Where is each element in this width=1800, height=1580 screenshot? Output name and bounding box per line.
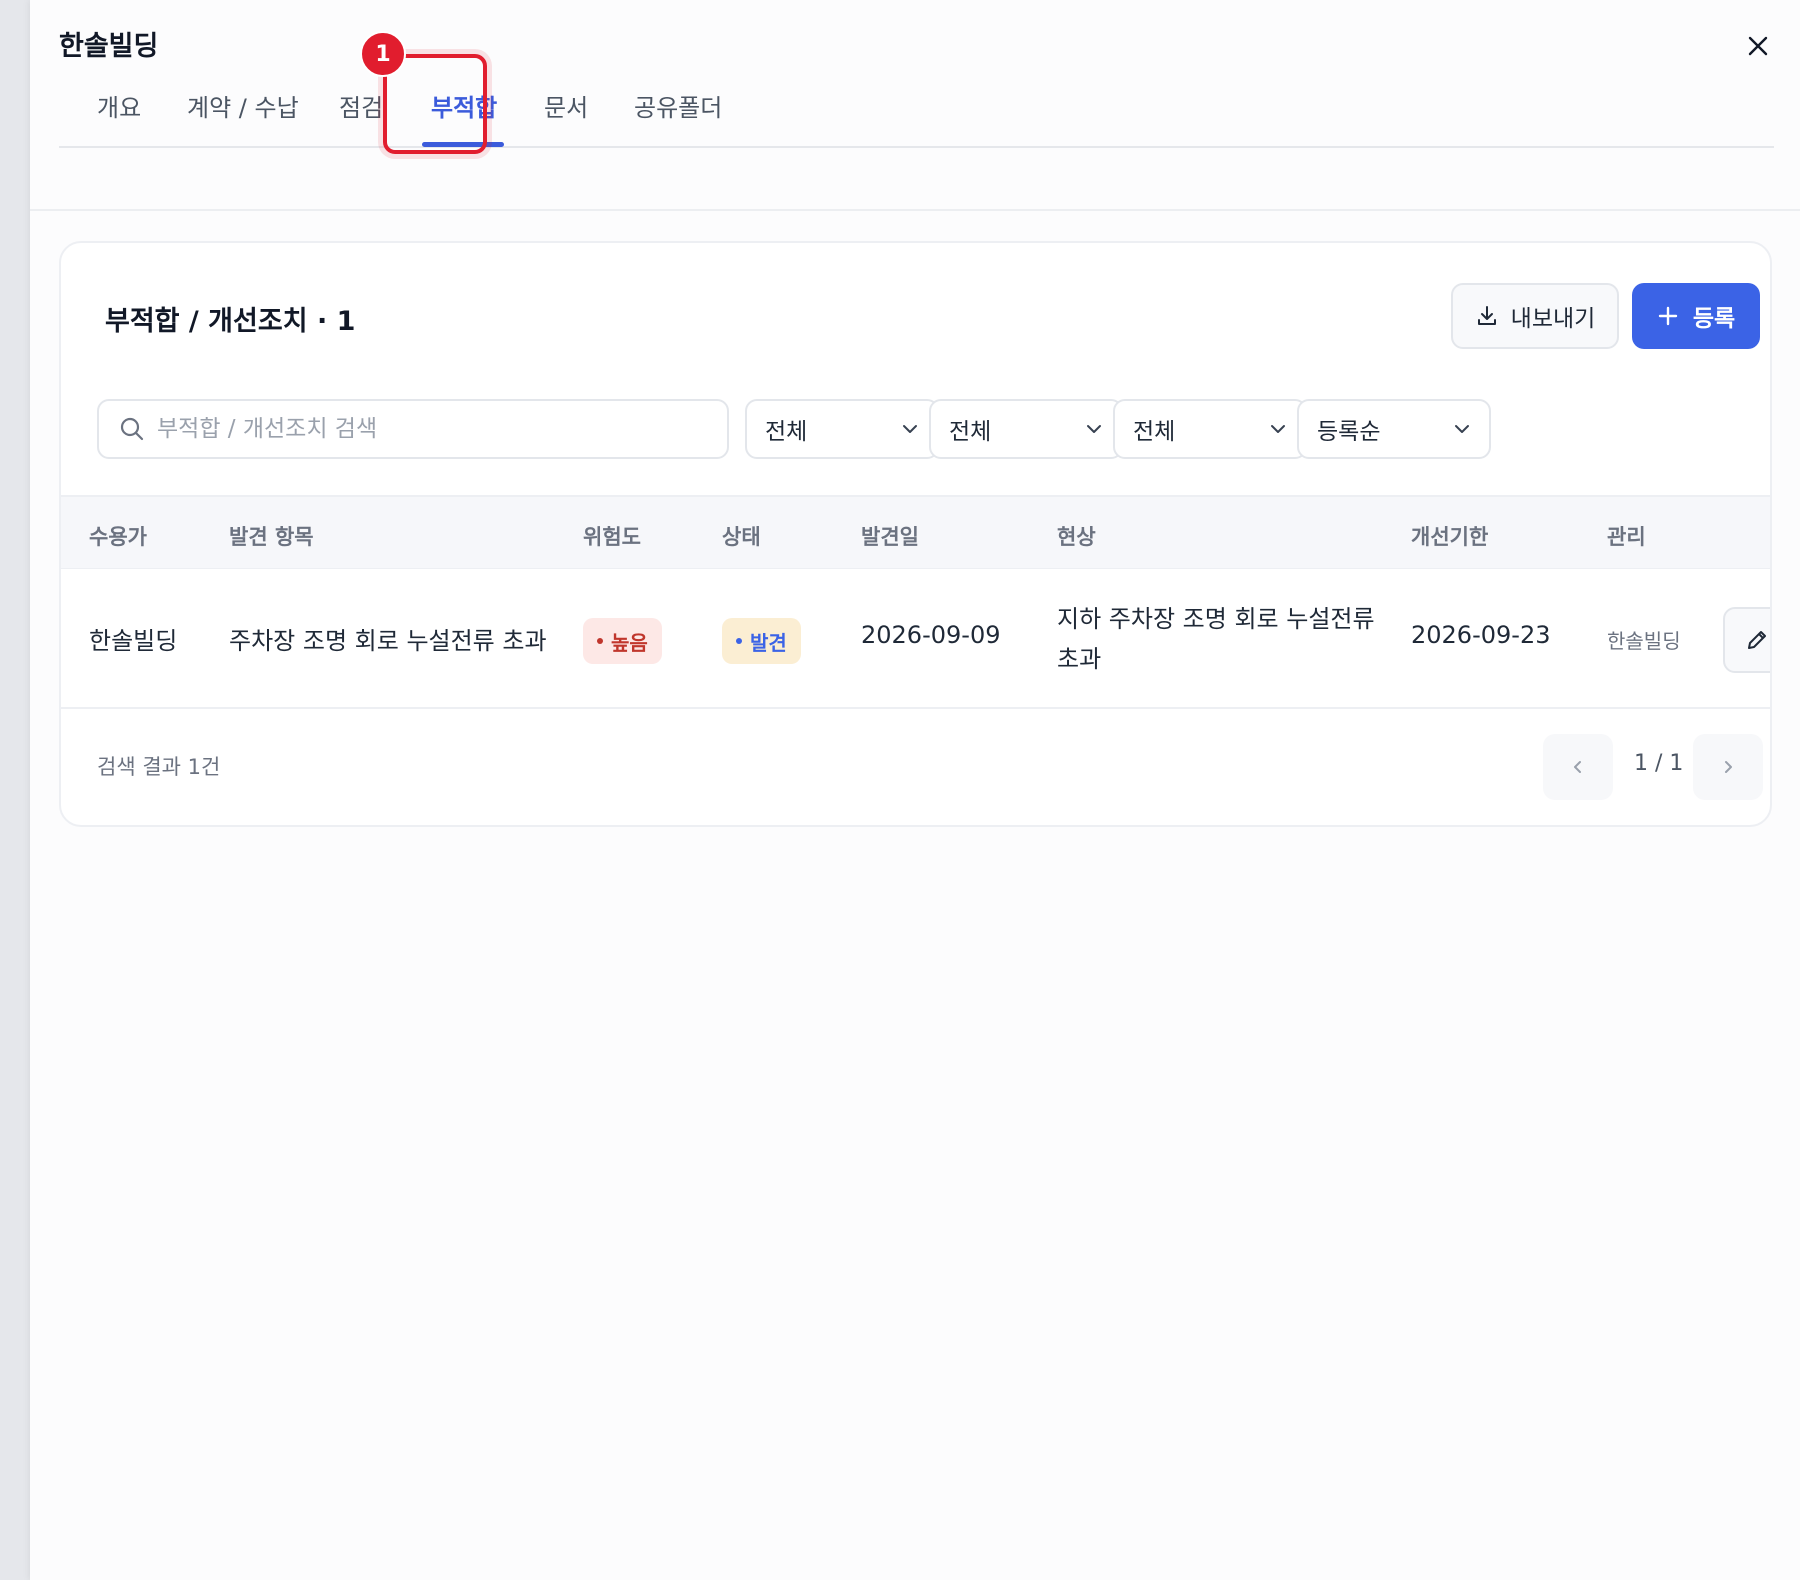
tab-overview[interactable]: 개요 bbox=[97, 88, 141, 123]
cell-customer: 한솔빌딩 bbox=[89, 627, 178, 655]
pencil-icon bbox=[1748, 631, 1766, 649]
register-button[interactable]: 등록 bbox=[1632, 283, 1760, 349]
chevron-down-icon bbox=[1087, 425, 1101, 433]
export-label: 내보내기 bbox=[1510, 306, 1596, 332]
cell-found-date: 2026-09-09 bbox=[861, 621, 1001, 649]
column-header-found-date: 발견일 bbox=[861, 525, 919, 549]
panel-header: 한솔빌딩 개요 계약 / 수납 점검 부적합 문서 공유폴더 1 bbox=[30, 0, 1800, 211]
filter-select-3-value: 전체 bbox=[1133, 419, 1176, 445]
chevron-down-icon bbox=[1271, 425, 1285, 433]
result-count: 검색 결과 1건 bbox=[97, 755, 221, 779]
column-header-status: 상태 bbox=[722, 525, 761, 549]
cell-deadline: 2026-09-23 bbox=[1411, 621, 1551, 649]
export-button[interactable]: 내보내기 bbox=[1451, 283, 1619, 349]
chevron-down-icon bbox=[1455, 425, 1469, 433]
search-input[interactable] bbox=[157, 416, 717, 442]
tab-contract[interactable]: 계약 / 수납 bbox=[187, 88, 299, 123]
next-page-button[interactable] bbox=[1693, 734, 1763, 800]
page-indicator: 1 / 1 bbox=[1634, 751, 1684, 776]
page-title: 한솔빌딩 bbox=[59, 31, 159, 62]
column-header-item: 발견 항목 bbox=[229, 525, 314, 549]
tab-inspection[interactable]: 점검 bbox=[339, 88, 383, 123]
search-icon bbox=[120, 417, 144, 441]
detail-panel: 한솔빌딩 개요 계약 / 수납 점검 부적합 문서 공유폴더 1 부적합 / 개… bbox=[30, 0, 1800, 1580]
table-header: 수용가 발견 항목 위험도 상태 발견일 현상 개선기한 관리 bbox=[61, 495, 1770, 569]
filter-select-2-value: 전체 bbox=[949, 419, 992, 445]
chevron-right-icon bbox=[1725, 761, 1732, 773]
sort-select-value: 등록순 bbox=[1317, 419, 1381, 445]
status-label: 발견 bbox=[750, 630, 787, 655]
close-icon bbox=[1748, 36, 1768, 56]
tab-documents[interactable]: 문서 bbox=[544, 88, 588, 123]
backdrop bbox=[0, 0, 30, 1580]
card-title: 부적합 / 개선조치 · 1 bbox=[105, 306, 356, 337]
tab-bar: 개요 계약 / 수납 점검 부적합 문서 공유폴더 bbox=[59, 66, 1774, 148]
download-icon bbox=[1477, 306, 1496, 325]
chevron-down-icon bbox=[903, 425, 917, 433]
table-row[interactable]: 한솔빌딩 주차장 조명 회로 누설전류 초과 높음 발견 2026-09-09 … bbox=[61, 569, 1770, 709]
filter-select-3[interactable]: 전체 bbox=[1113, 399, 1307, 459]
plus-icon bbox=[1658, 306, 1678, 326]
close-button[interactable] bbox=[1740, 28, 1776, 64]
risk-label: 높음 bbox=[611, 630, 648, 655]
column-header-manage: 관리 bbox=[1607, 525, 1646, 549]
tab-shared-folder[interactable]: 공유폴더 bbox=[634, 88, 722, 123]
annotation-step-badge: 1 bbox=[360, 31, 406, 77]
cell-symptom: 지하 주차장 조명 회로 누설전류 초과 bbox=[1057, 605, 1375, 673]
chevron-left-icon bbox=[1574, 761, 1581, 773]
prev-page-button[interactable] bbox=[1543, 734, 1613, 800]
column-header-symptom: 현상 bbox=[1057, 525, 1096, 549]
cell-manager: 한솔빌딩 bbox=[1607, 629, 1681, 653]
risk-badge: 높음 bbox=[583, 618, 662, 664]
sort-select[interactable]: 등록순 bbox=[1297, 399, 1491, 459]
register-label: 등록 bbox=[1692, 306, 1736, 332]
column-header-deadline: 개선기한 bbox=[1411, 525, 1489, 549]
status-badge: 발견 bbox=[722, 618, 801, 664]
nonconformity-card: 부적합 / 개선조치 · 1 내보내기 등록 전체 전체 전체 등록순 bbox=[59, 241, 1772, 827]
filter-select-1[interactable]: 전체 bbox=[745, 399, 939, 459]
column-header-customer: 수용가 bbox=[89, 525, 147, 549]
search-box bbox=[97, 399, 729, 459]
edit-button[interactable]: 수 bbox=[1723, 607, 1770, 673]
risk-dot bbox=[597, 638, 603, 644]
cell-item: 주차장 조명 회로 누설전류 초과 bbox=[229, 627, 547, 655]
status-dot bbox=[736, 638, 742, 644]
filter-select-1-value: 전체 bbox=[765, 419, 808, 445]
filter-select-2[interactable]: 전체 bbox=[929, 399, 1123, 459]
column-header-risk: 위험도 bbox=[583, 525, 641, 549]
